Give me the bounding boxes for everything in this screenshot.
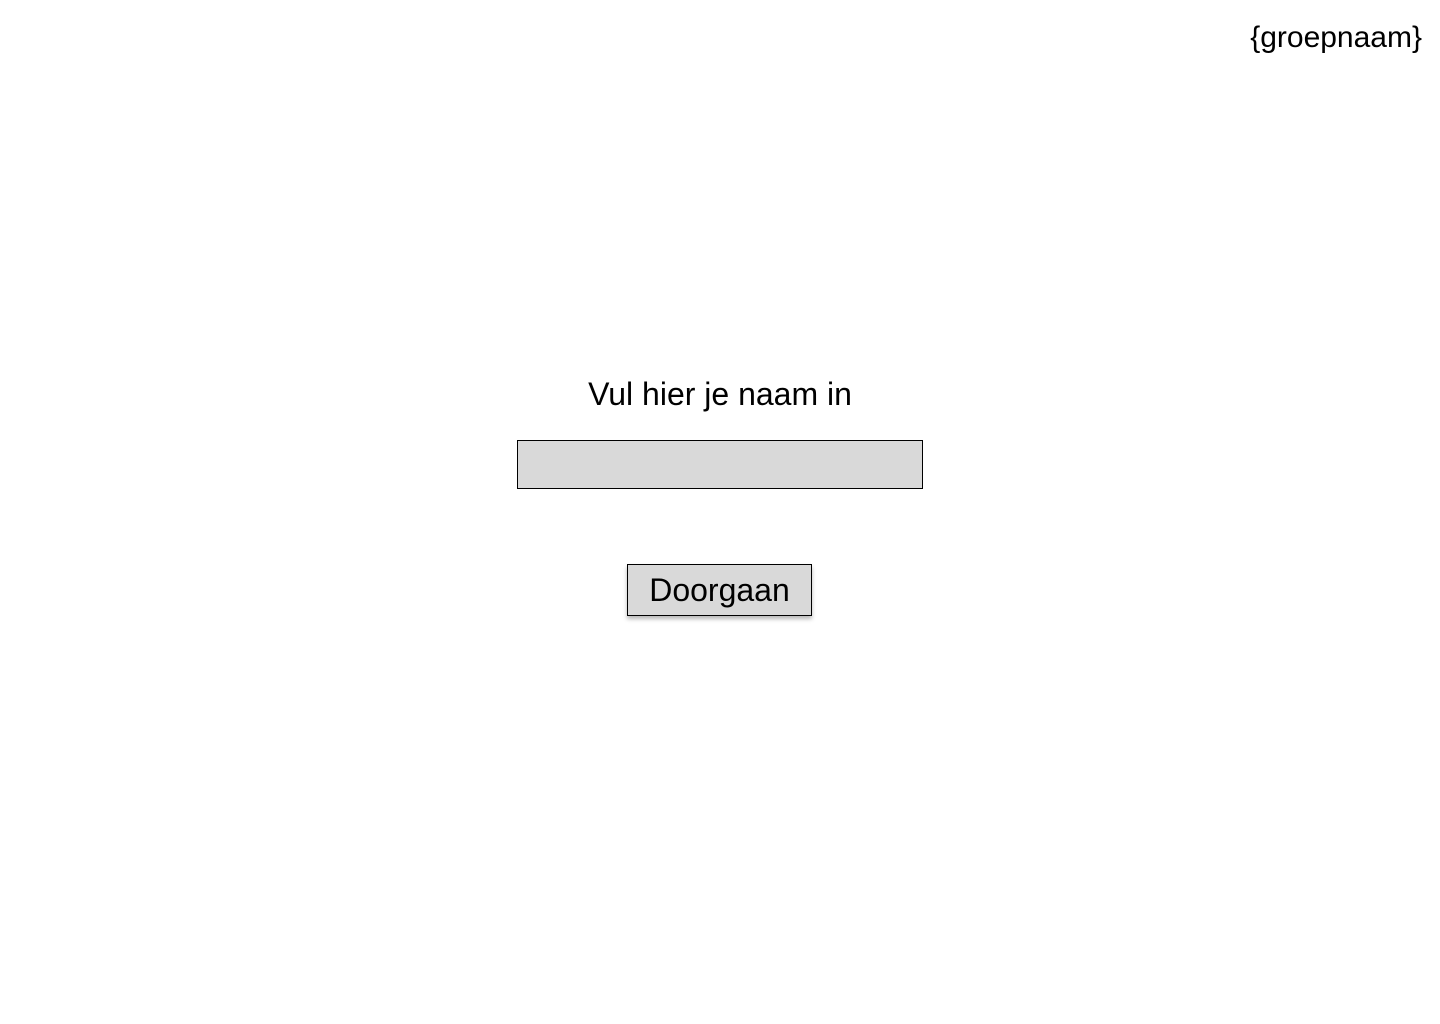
name-entry-screen: {groepnaam} Vul hier je naam in Doorgaan [0,0,1440,1024]
name-prompt-label: Vul hier je naam in [588,376,852,412]
continue-button[interactable]: Doorgaan [627,564,812,616]
name-input[interactable] [517,440,923,489]
group-name-label: {groepnaam} [1250,21,1422,54]
